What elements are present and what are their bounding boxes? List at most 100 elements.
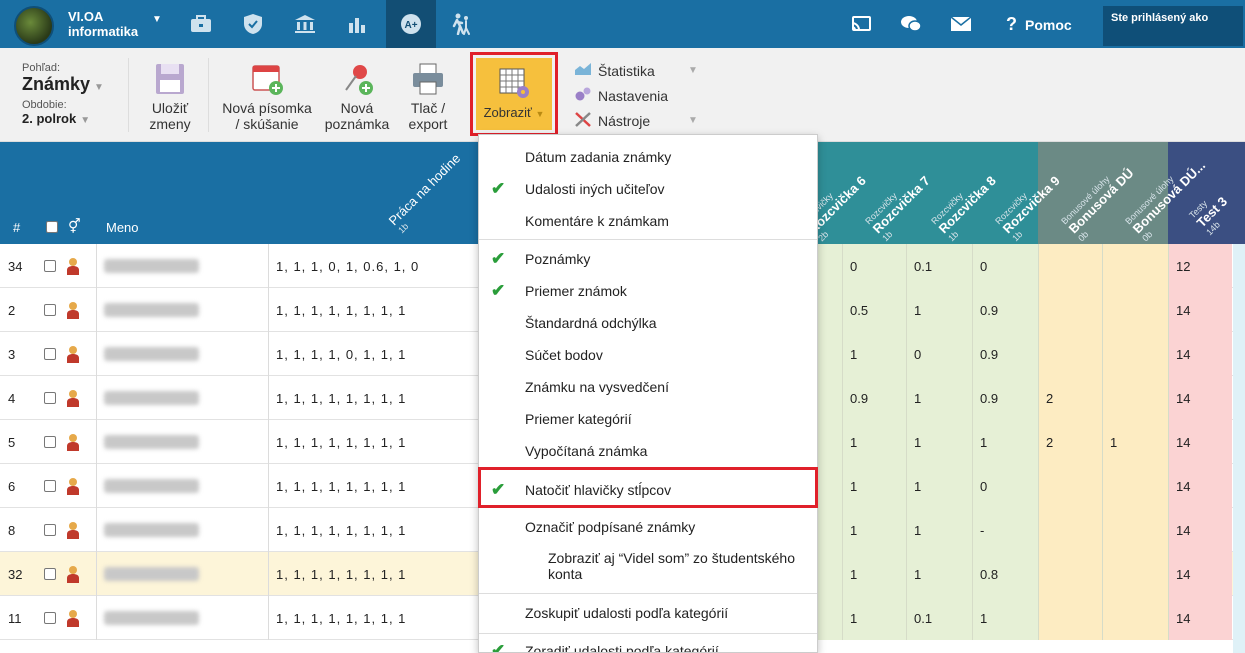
new-note-button[interactable]: Nová poznámka — [324, 62, 390, 132]
grade-cell[interactable]: 1 — [842, 552, 906, 596]
work-grades[interactable]: 1, 1, 1, 1, 1, 1, 1, 1 — [276, 596, 406, 640]
grade-cell[interactable]: 14 — [1168, 332, 1232, 376]
menu-item[interactable]: ✔ Natočiť hlavičky stĺpcov — [479, 474, 817, 506]
grade-cell[interactable] — [1038, 552, 1102, 596]
grade-cell[interactable]: 1 — [842, 332, 906, 376]
grade-cell[interactable]: - — [972, 508, 1038, 552]
grade-cell[interactable]: 14 — [1168, 376, 1232, 420]
work-grades[interactable]: 1, 1, 1, 1, 1, 1, 1, 1 — [276, 508, 406, 552]
grade-cell[interactable]: 0.9 — [972, 376, 1038, 420]
col-header-work[interactable]: Práca na hodine 1b — [386, 151, 471, 236]
menu-item[interactable]: Zoskupiť udalosti podľa kategórií — [479, 597, 817, 629]
menu-item[interactable]: ✔ Poznámky — [479, 243, 817, 275]
work-grades[interactable]: 1, 1, 1, 1, 1, 1, 1, 1 — [276, 420, 406, 464]
row-checkbox[interactable] — [44, 260, 56, 272]
grade-cell[interactable] — [1038, 464, 1102, 508]
school-logo[interactable] — [14, 6, 54, 46]
grades-icon[interactable]: A+ — [386, 0, 436, 48]
grade-cell[interactable]: 0.9 — [972, 332, 1038, 376]
view-selector[interactable]: Pohľad: Známky ▼ Obdobie: 2. polrok ▼ — [22, 62, 104, 126]
menu-item[interactable]: Známku na vysvedčení — [479, 371, 817, 403]
tools-menu[interactable]: Nástroje ▼ — [574, 108, 698, 133]
grade-cell[interactable]: 1 — [906, 552, 972, 596]
menu-item[interactable]: ✔ Udalosti iných učiteľov — [479, 173, 817, 205]
grade-cell[interactable]: 0.8 — [972, 552, 1038, 596]
menu-item[interactable]: ✔ Priemer známok — [479, 275, 817, 307]
bank-icon[interactable] — [280, 0, 330, 48]
grade-cell[interactable]: 1 — [842, 464, 906, 508]
grade-cell[interactable]: 2 — [1038, 420, 1102, 464]
statistics-menu[interactable]: Štatistika ▼ — [574, 58, 698, 83]
grade-cell[interactable]: 1 — [1102, 420, 1168, 464]
grade-cell[interactable]: 0.1 — [906, 596, 972, 640]
grade-cell[interactable]: 1 — [906, 288, 972, 332]
grade-cell[interactable] — [1102, 332, 1168, 376]
row-checkbox[interactable] — [44, 480, 56, 492]
grade-cell[interactable] — [1038, 596, 1102, 640]
row-checkbox[interactable] — [44, 348, 56, 360]
grade-cell[interactable]: 1 — [906, 508, 972, 552]
work-grades[interactable]: 1, 1, 1, 1, 1, 1, 1, 1 — [276, 552, 406, 596]
grade-cell[interactable]: 0.1 — [906, 244, 972, 288]
grade-cell[interactable] — [1102, 508, 1168, 552]
menu-item[interactable]: Označiť podpísané známky — [479, 511, 817, 543]
grade-cell[interactable] — [1102, 464, 1168, 508]
grade-cell[interactable]: 1 — [906, 376, 972, 420]
user-info[interactable]: Ste prihlásený ako — [1103, 6, 1243, 46]
select-all-checkbox[interactable] — [46, 221, 58, 233]
grade-cell[interactable]: 12 — [1168, 244, 1232, 288]
grade-cell[interactable] — [1102, 244, 1168, 288]
gender-icon[interactable]: ⚥ — [68, 218, 81, 235]
period-selector[interactable]: 2. polrok ▼ — [22, 111, 104, 126]
grade-cell[interactable]: 14 — [1168, 464, 1232, 508]
student-name[interactable] — [104, 376, 199, 420]
grade-cell[interactable] — [1102, 596, 1168, 640]
grade-cell[interactable]: 0 — [906, 332, 972, 376]
grade-cell[interactable] — [1038, 508, 1102, 552]
row-checkbox[interactable] — [44, 524, 56, 536]
settings-menu[interactable]: Nastavenia — [574, 83, 668, 108]
walking-icon[interactable] — [436, 0, 486, 48]
grade-cell[interactable]: 14 — [1168, 420, 1232, 464]
grade-cell[interactable]: 14 — [1168, 552, 1232, 596]
briefcase-icon[interactable] — [176, 0, 226, 48]
menu-item[interactable]: ✔ Zoradiť udalosti podľa kategórií — [479, 635, 817, 652]
row-checkbox[interactable] — [44, 392, 56, 404]
grade-cell[interactable] — [1038, 244, 1102, 288]
student-name[interactable] — [104, 288, 199, 332]
grade-cell[interactable] — [1038, 288, 1102, 332]
grade-cell[interactable]: 0 — [972, 464, 1038, 508]
student-name[interactable] — [104, 464, 199, 508]
mail-icon[interactable] — [936, 0, 986, 48]
work-grades[interactable]: 1, 1, 1, 0, 1, 0.6, 1, 0 — [276, 244, 419, 288]
student-name[interactable] — [104, 508, 199, 552]
app-switcher[interactable]: VI.OA informatika — [68, 9, 138, 39]
col-header-name[interactable]: Meno — [106, 220, 139, 235]
new-exam-button[interactable]: Nová písomka / skúšanie — [220, 62, 314, 132]
work-grades[interactable]: 1, 1, 1, 1, 1, 1, 1, 1 — [276, 464, 406, 508]
menu-item[interactable]: Priemer kategórií — [479, 403, 817, 435]
grade-cell[interactable] — [1102, 376, 1168, 420]
work-grades[interactable]: 1, 1, 1, 1, 1, 1, 1, 1 — [276, 376, 406, 420]
grade-cell[interactable]: 14 — [1168, 288, 1232, 332]
grade-cell[interactable]: 14 — [1168, 596, 1232, 640]
grade-cell[interactable]: 0 — [842, 244, 906, 288]
chat-icon[interactable] — [886, 0, 936, 48]
menu-item[interactable]: Štandardná odchýlka — [479, 307, 817, 339]
grade-cell[interactable]: 1 — [972, 596, 1038, 640]
shield-icon[interactable] — [228, 0, 278, 48]
grade-cell[interactable] — [1038, 332, 1102, 376]
row-checkbox[interactable] — [44, 304, 56, 316]
grade-cell[interactable]: 1 — [906, 420, 972, 464]
grade-cell[interactable]: 14 — [1168, 508, 1232, 552]
save-button[interactable]: Uložiť zmeny — [146, 62, 194, 132]
menu-item[interactable]: Súčet bodov — [479, 339, 817, 371]
student-name[interactable] — [104, 552, 199, 596]
bar-chart-icon[interactable] — [332, 0, 382, 48]
student-name[interactable] — [104, 420, 199, 464]
grade-cell[interactable]: 1 — [842, 596, 906, 640]
menu-item[interactable]: Zobraziť aj “Videl som” zo študentského … — [479, 543, 817, 589]
show-button[interactable]: Zobraziť ▼ — [476, 58, 552, 130]
row-checkbox[interactable] — [44, 612, 56, 624]
help-button[interactable]: ? Pomoc — [1006, 14, 1072, 35]
